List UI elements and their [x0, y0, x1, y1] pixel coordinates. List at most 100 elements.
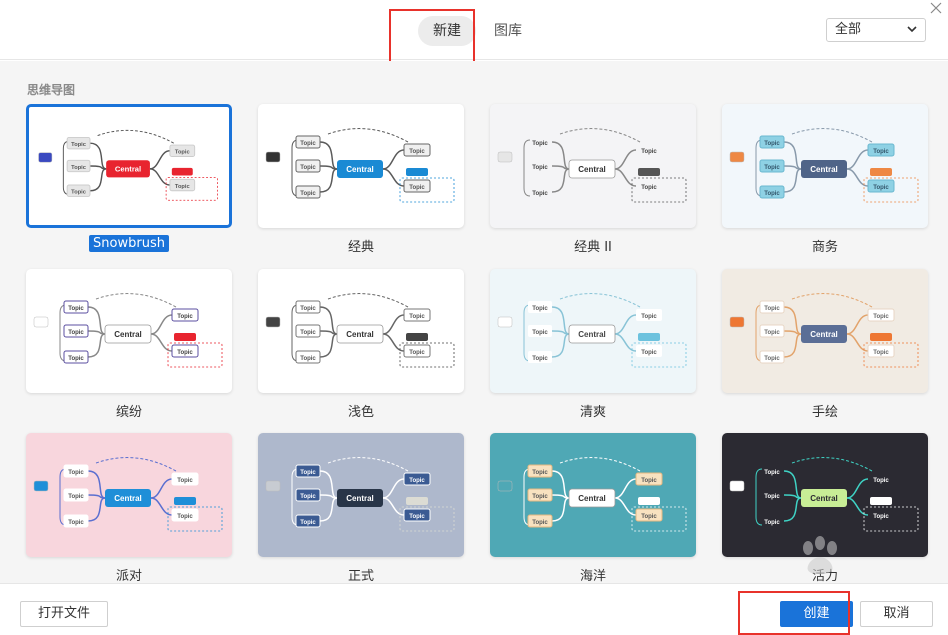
preview-topic: Topic — [635, 472, 663, 486]
tab-new[interactable]: 新建 — [418, 16, 476, 46]
close-icon[interactable] — [928, 0, 944, 16]
template-preview: Topic Topic Topic Topic Topic Central — [497, 128, 687, 203]
preview-branch-line — [319, 306, 338, 335]
open-file-button[interactable]: 打开文件 — [20, 601, 108, 627]
preview-topic: Topic — [532, 141, 548, 147]
template-label-text: Snowbrush — [89, 235, 169, 252]
template-card[interactable]: Topic Topic Topic Topic Topic Central — [26, 104, 232, 228]
preview-topic: Topic — [527, 514, 553, 528]
preview-topic: Topic — [528, 351, 552, 363]
template-card[interactable]: Topic Topic Topic Topic Topic Central — [258, 433, 464, 557]
preview-topic: Topic — [873, 478, 889, 484]
svg-text:Central: Central — [810, 165, 838, 174]
preview-floating-topic — [33, 316, 49, 328]
preview-accent-block — [406, 497, 428, 505]
template-card[interactable]: Topic Topic Topic Topic Topic Central — [258, 269, 464, 393]
preview-topic: Topic — [867, 143, 895, 157]
tab-gallery[interactable]: 图库 — [486, 16, 530, 46]
cancel-button[interactable]: 取消 — [860, 601, 933, 627]
preview-branch-line — [783, 141, 802, 170]
preview-topic: Topic — [764, 470, 780, 476]
preview-accent-block — [638, 497, 660, 505]
template-card[interactable]: Topic Topic Topic Topic Topic Central — [490, 104, 696, 228]
preview-central-topic: Central — [568, 488, 616, 508]
filter-select[interactable]: 全部 — [826, 18, 926, 42]
preview-topic: Topic — [867, 344, 895, 358]
template-card[interactable]: Topic Topic Topic Topic Topic Central — [722, 269, 928, 393]
preview-topic: Topic — [171, 308, 199, 322]
preview-relationship-arc — [95, 457, 177, 472]
template-card[interactable]: Topic Topic Topic Topic Topic Central — [722, 104, 928, 228]
svg-text:Topic: Topic — [532, 520, 548, 526]
svg-text:Topic: Topic — [71, 190, 86, 196]
preview-topic: Topic — [759, 159, 785, 173]
preview-topic: Topic — [403, 472, 431, 486]
preview-branch-line — [783, 333, 802, 358]
svg-text:Topic: Topic — [641, 478, 657, 484]
preview-relationship-arc — [327, 128, 409, 143]
preview-topic: Topic — [867, 179, 895, 193]
svg-text:Topic: Topic — [300, 141, 316, 147]
svg-text:Central: Central — [810, 494, 838, 503]
preview-relationship-arc — [95, 293, 177, 308]
preview-topic: Topic — [403, 143, 431, 157]
svg-text:Topic: Topic — [532, 356, 548, 362]
preview-branch-line — [150, 497, 173, 516]
template-card[interactable]: Topic Topic Topic Topic Topic Central — [722, 433, 928, 557]
template-card[interactable]: Topic Topic Topic Topic Topic Central — [490, 433, 696, 557]
template-card[interactable]: Topic Topic Topic Topic Topic Central — [490, 269, 696, 393]
template-card[interactable]: Topic Topic Topic Topic Topic Central — [26, 433, 232, 557]
preview-branch-line — [382, 168, 405, 187]
preview-branch-line — [319, 497, 338, 522]
preview-branch-line — [783, 168, 802, 193]
template-label-text: 手绘 — [811, 405, 838, 420]
create-button[interactable]: 创建 — [780, 601, 853, 627]
svg-text:Topic: Topic — [764, 330, 780, 336]
template-preview: Topic Topic Topic Topic Topic Central — [497, 457, 687, 532]
preview-floating-topic — [265, 480, 281, 492]
preview-branch-line — [846, 478, 869, 499]
dialog-footer: 打开文件 创建 取消 — [0, 583, 948, 635]
svg-text:Topic: Topic — [68, 520, 84, 526]
template-preview: Topic Topic Topic Topic Topic Central — [497, 293, 687, 368]
template-card[interactable]: Topic Topic Topic Topic Topic Central — [258, 104, 464, 228]
preview-summary-box — [863, 506, 919, 532]
preview-branch-line — [319, 333, 338, 358]
svg-text:Topic: Topic — [873, 314, 889, 320]
preview-branch-line — [614, 168, 637, 187]
preview-topic: Topic — [295, 488, 321, 502]
template-card[interactable]: Topic Topic Topic Topic Topic Central — [26, 269, 232, 393]
preview-branch-line — [319, 470, 338, 499]
preview-floating-topic — [33, 480, 49, 492]
svg-text:Topic: Topic — [764, 494, 780, 500]
svg-text:Topic: Topic — [532, 494, 548, 500]
preview-accent-block — [406, 333, 428, 341]
svg-text:Topic: Topic — [641, 149, 657, 155]
preview-accent-block — [171, 167, 193, 176]
template-label: 派对 — [26, 565, 232, 583]
preview-floating-topic — [729, 151, 745, 163]
preview-branch-line — [382, 497, 405, 516]
svg-text:Topic: Topic — [532, 470, 548, 476]
preview-topic: Topic — [403, 508, 431, 522]
preview-accent-block — [406, 168, 428, 176]
preview-central-topic: Central — [337, 160, 383, 178]
svg-text:Topic: Topic — [300, 191, 316, 197]
preview-topic: Topic — [759, 135, 785, 149]
preview-topic: Topic — [636, 345, 662, 357]
preview-branch-line — [150, 478, 173, 499]
preview-branch-line — [846, 314, 869, 335]
svg-text:Central: Central — [346, 494, 374, 503]
preview-accent-block — [870, 333, 892, 341]
template-preview: Topic Topic Topic Topic Topic Central — [265, 293, 455, 368]
preview-central-topic: Central — [801, 325, 847, 343]
svg-text:Topic: Topic — [300, 470, 316, 476]
preview-branch-line — [551, 306, 570, 335]
preview-central-topic: Central — [801, 489, 847, 507]
preview-branch-line — [846, 497, 869, 516]
template-label: 商务 — [722, 236, 928, 255]
svg-text:Topic: Topic — [532, 306, 548, 312]
preview-floating-topic — [38, 152, 53, 163]
preview-topic: Topic — [527, 488, 553, 502]
svg-text:Topic: Topic — [641, 314, 657, 320]
